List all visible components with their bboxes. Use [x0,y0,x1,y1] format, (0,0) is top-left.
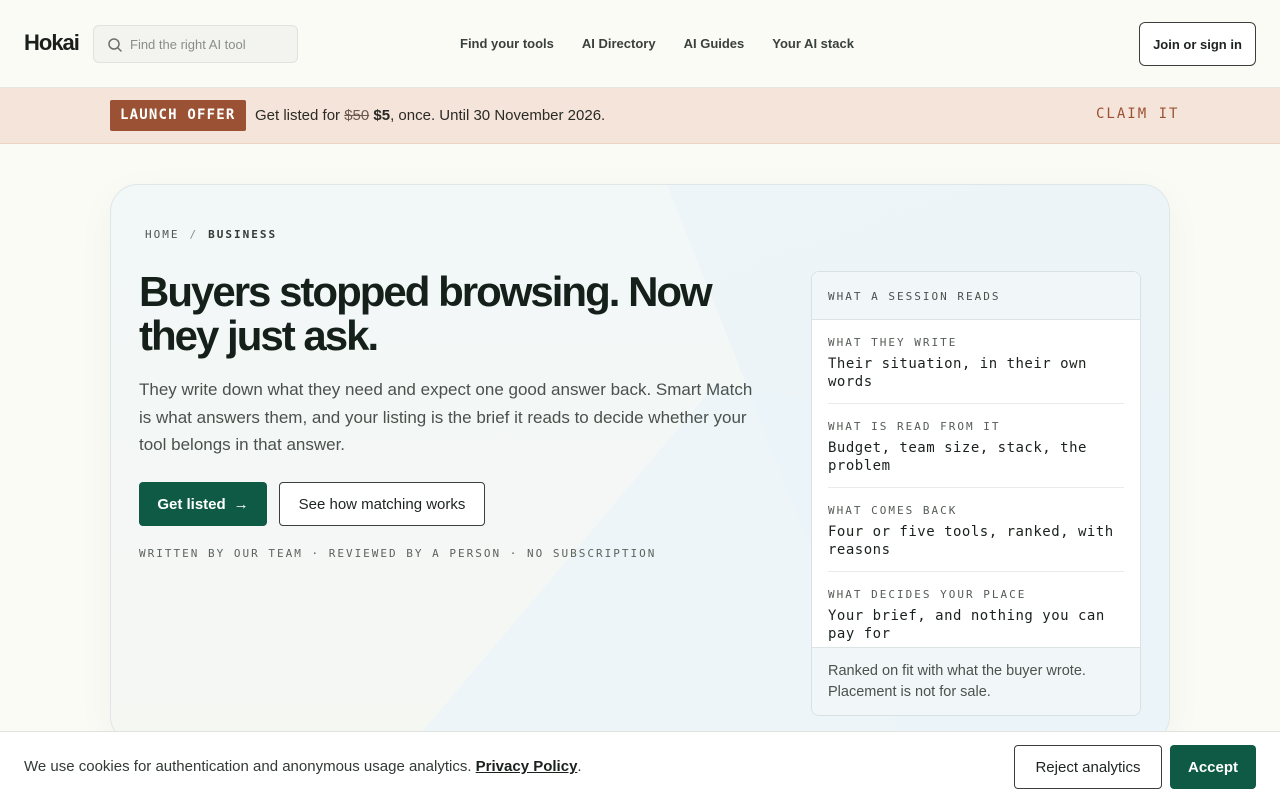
cookie-text: We use cookies for authentication and an… [24,758,582,775]
reject-analytics-button[interactable]: Reject analytics [1014,745,1162,789]
cookie-banner: We use cookies for authentication and an… [0,731,1280,800]
promo-text: Get listed for $50 $5, once. Until 30 No… [255,107,605,124]
nav-find-your-tools[interactable]: Find your tools [460,36,554,51]
session-reads-panel: WHAT A SESSION READS WHAT THEY WRITE The… [811,271,1141,716]
accept-cookies-button[interactable]: Accept [1170,745,1256,789]
logo[interactable]: Hokai [24,30,80,56]
main-nav: Find your tools AI Directory AI Guides Y… [460,36,854,51]
page-title: Buyers stopped browsing. Now they just a… [139,268,713,359]
see-how-matching-works-button[interactable]: See how matching works [279,482,485,526]
promo-text-suffix: , once. Until 30 November 2026. [390,107,606,124]
privacy-policy-link[interactable]: Privacy Policy [476,758,578,775]
panel-rows: WHAT THEY WRITE Their situation, in thei… [812,320,1140,655]
hero-tagline: WRITTEN BY OUR TEAM · REVIEWED BY A PERS… [139,547,657,560]
claim-it-link[interactable]: CLAIM IT [1096,106,1179,122]
panel-row-value: Your brief, and nothing you can pay for [828,608,1105,642]
arrow-right-icon: → [233,495,249,513]
search-box[interactable] [93,25,298,63]
join-signin-button[interactable]: Join or sign in [1139,22,1256,66]
breadcrumb-home[interactable]: HOME [145,228,180,241]
breadcrumb: HOME / BUSINESS [145,228,277,241]
get-listed-label: Get listed [157,495,226,513]
panel-row-value: Their situation, in their own words [828,356,1087,390]
panel-row-label: WHAT IS READ FROM IT [828,420,1001,433]
panel-row-value: Four or five tools, ranked, with reasons [828,524,1114,558]
nav-your-ai-stack[interactable]: Your AI stack [772,36,854,51]
nav-ai-directory[interactable]: AI Directory [582,36,656,51]
breadcrumb-current: BUSINESS [208,228,278,241]
promo-text-prefix: Get listed for [255,107,345,124]
panel-row-label: WHAT DECIDES YOUR PLACE [828,588,1027,601]
panel-row-value: Budget, team size, stack, the problem [828,440,1087,474]
panel-row: WHAT IS READ FROM IT Budget, team size, … [828,404,1124,488]
hero-description: They write down what they need and expec… [139,380,753,454]
panel-title: WHAT A SESSION READS [812,272,1140,320]
promo-old-price: $50 [344,107,370,124]
panel-row: WHAT COMES BACK Four or five tools, rank… [828,488,1124,572]
search-input[interactable] [130,26,290,62]
cookie-message: We use cookies for authentication and an… [24,758,476,775]
launch-offer-badge: LAUNCH OFFER [110,100,246,131]
launch-offer-banner: LAUNCH OFFER Get listed for $50 $5, once… [0,88,1280,144]
promo-new-price: $5 [373,107,391,124]
panel-row-label: WHAT COMES BACK [828,504,958,517]
panel-footer-note: Ranked on fit with what the buyer wrote.… [812,647,1140,715]
get-listed-button[interactable]: Get listed → [139,482,267,526]
panel-row-label: WHAT THEY WRITE [828,336,958,349]
nav-ai-guides[interactable]: AI Guides [684,36,745,51]
panel-row: WHAT DECIDES YOUR PLACE Your brief, and … [828,572,1124,655]
top-navigation: Hokai Find your tools AI Directory AI Gu… [0,0,1280,88]
breadcrumb-separator: / [189,228,199,241]
cookie-trail: . [577,758,582,775]
panel-row: WHAT THEY WRITE Their situation, in thei… [828,320,1124,404]
search-icon [108,38,122,52]
